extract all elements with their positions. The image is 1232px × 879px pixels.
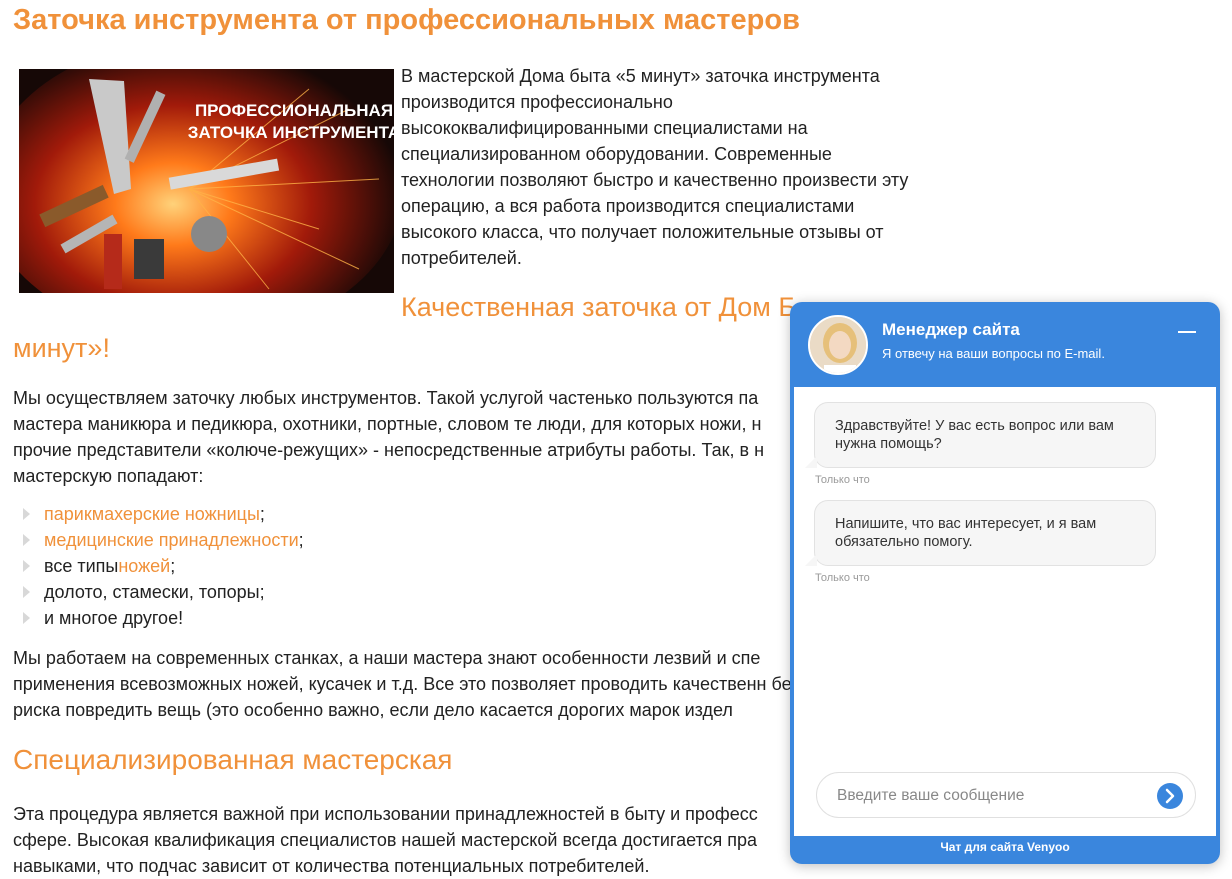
message-timestamp: Только что <box>815 572 870 584</box>
list-item: медицинские принадлежности ; <box>23 527 304 553</box>
list-item-link[interactable]: медицинские принадлежности <box>44 527 299 553</box>
message-input-wrapper <box>816 772 1196 818</box>
page-title: Заточка инструмента от профессиональных … <box>13 4 800 36</box>
triangle-bullet-icon <box>23 534 30 546</box>
chat-messages: Здравствуйте! У вас есть вопрос или вам … <box>794 387 1216 836</box>
workshop-paragraph: Эта процедура является важной при исполь… <box>13 804 758 876</box>
tools-sparks-illustration: ПРОФЕССИОНАЛЬНАЯ ЗАТОЧКА ИНСТРУМЕНТА <box>19 69 394 293</box>
list-item-post: ; <box>298 530 304 550</box>
list-item-post: ; <box>170 556 176 576</box>
subtitle-part-a: Качественная заточка от Дом Б <box>401 292 797 322</box>
services-paragraph: Мы осуществляем заточку любых инструмент… <box>13 388 765 486</box>
chat-footer[interactable]: Чат для сайта Venyoo <box>790 840 1220 854</box>
message-bubble: Напишите, что вас интересует, и я вам об… <box>805 500 1156 566</box>
triangle-bullet-icon <box>23 560 30 572</box>
equipment-paragraph: Мы работаем на современных станках, а на… <box>13 648 800 720</box>
services-list: парикмахерские ножницы ; медицинские при… <box>23 501 304 631</box>
manager-subtitle: Я отвечу на ваши вопросы по E-mail. <box>882 346 1105 361</box>
intro-paragraph: В мастерской Дома быта «5 минут» заточка… <box>401 66 909 268</box>
section-title: Специализированная мастерская <box>13 744 453 775</box>
message-input[interactable] <box>835 786 1135 806</box>
chat-widget: Менеджер сайта Я отвечу на ваши вопросы … <box>790 302 1220 864</box>
manager-name: Менеджер сайта <box>882 320 1020 339</box>
list-item-post: ; <box>259 504 265 524</box>
list-item: долото, стамески, топоры; <box>23 579 304 605</box>
message-timestamp: Только что <box>815 474 870 486</box>
list-item-pre: все типы <box>44 556 119 576</box>
send-arrow-icon <box>1165 788 1175 804</box>
send-button[interactable] <box>1157 783 1183 809</box>
list-item: все типы ножей ; <box>23 553 304 579</box>
list-item-link[interactable]: парикмахерские ножницы <box>44 501 260 527</box>
subtitle-part-b: минут»! <box>13 333 110 363</box>
avatar <box>808 315 868 375</box>
hero-caption-2: ЗАТОЧКА ИНСТРУМЕНТА <box>188 123 394 142</box>
minimize-icon[interactable] <box>1178 323 1196 341</box>
message-bubble: Здравствуйте! У вас есть вопрос или вам … <box>805 402 1156 468</box>
triangle-bullet-icon <box>23 508 30 520</box>
hero-image: ПРОФЕССИОНАЛЬНАЯ ЗАТОЧКА ИНСТРУМЕНТА <box>19 69 394 293</box>
list-item: парикмахерские ножницы ; <box>23 501 304 527</box>
list-item: и многое другое! <box>23 605 304 631</box>
list-item-link[interactable]: ножей <box>118 553 170 579</box>
list-item-text: долото, стамески, топоры; <box>44 582 265 602</box>
hero-caption-1: ПРОФЕССИОНАЛЬНАЯ <box>195 101 393 120</box>
list-item-text: и многое другое! <box>44 608 184 628</box>
manager-photo <box>810 317 866 373</box>
chat-header: Менеджер сайта Я отвечу на ваши вопросы … <box>790 302 1220 387</box>
triangle-bullet-icon <box>23 612 30 624</box>
triangle-bullet-icon <box>23 586 30 598</box>
